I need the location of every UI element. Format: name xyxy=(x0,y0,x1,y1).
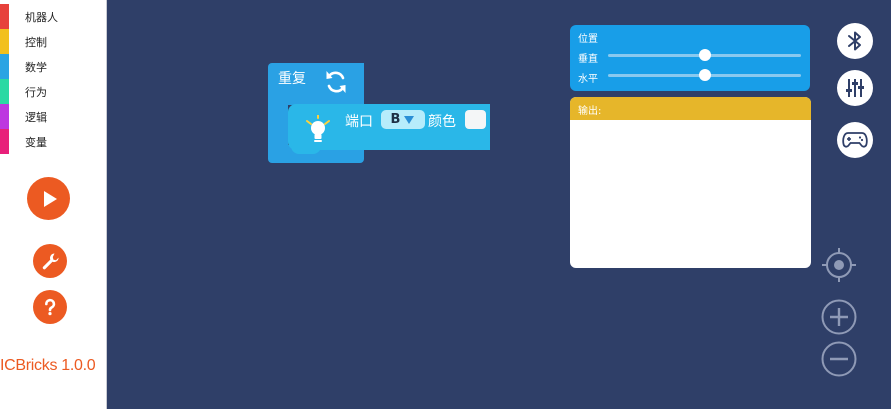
gamepad-button[interactable] xyxy=(837,122,873,158)
wrench-icon xyxy=(42,253,59,270)
bluetooth-icon xyxy=(848,31,861,51)
category-color-swatch xyxy=(0,4,9,29)
recenter-target-icon[interactable] xyxy=(821,247,857,283)
light-bulb-icon xyxy=(306,115,330,142)
category-behavior[interactable]: 行为 xyxy=(0,79,106,104)
port-dropdown[interactable]: B xyxy=(381,110,425,129)
category-variables[interactable]: 变量 xyxy=(0,129,106,154)
mixer-button[interactable] xyxy=(837,70,873,106)
horizontal-slider-label: 水平 xyxy=(578,74,598,85)
color-picker-swatch[interactable] xyxy=(465,110,486,129)
category-label: 数学 xyxy=(25,61,47,74)
horizontal-slider-thumb[interactable] xyxy=(698,69,711,81)
port-label: 端口 xyxy=(345,114,373,130)
category-color-swatch xyxy=(0,54,9,79)
category-color-swatch xyxy=(0,79,9,104)
vertical-slider-label: 垂直 xyxy=(578,54,598,65)
category-control[interactable]: 控制 xyxy=(0,29,106,54)
category-sidebar: 机器人 控制 数学 行为 逻辑 变量 ICBricks 1.0.0 xyxy=(0,0,107,409)
position-panel-title: 位置 xyxy=(578,34,598,45)
category-logic[interactable]: 逻辑 xyxy=(0,104,106,129)
category-label: 行为 xyxy=(25,86,47,99)
color-label: 颜色 xyxy=(428,114,456,130)
version-label: ICBricks 1.0.0 xyxy=(0,357,96,374)
category-color-swatch xyxy=(0,104,9,129)
category-label: 控制 xyxy=(25,36,47,49)
repeat-block-label: 重复 xyxy=(278,71,306,87)
zoom-in-icon[interactable] xyxy=(821,299,857,335)
port-dropdown-value: B xyxy=(390,112,401,127)
vertical-slider[interactable] xyxy=(608,49,801,61)
play-icon xyxy=(43,190,57,207)
bluetooth-button[interactable] xyxy=(837,23,873,59)
output-panel: 输出: xyxy=(570,97,811,268)
category-color-swatch xyxy=(0,129,9,154)
sliders-icon xyxy=(846,79,864,97)
position-panel: 位置 垂直 水平 xyxy=(570,25,810,91)
category-label: 变量 xyxy=(25,136,47,149)
category-robot[interactable]: 机器人 xyxy=(0,4,106,29)
output-panel-header: 输出: xyxy=(570,97,811,120)
gamepad-icon xyxy=(842,132,868,148)
category-label: 逻辑 xyxy=(25,111,47,124)
question-icon xyxy=(44,298,56,316)
run-button[interactable] xyxy=(27,177,70,220)
help-button[interactable] xyxy=(33,290,67,324)
vertical-slider-thumb[interactable] xyxy=(698,49,711,61)
category-label: 机器人 xyxy=(25,11,58,24)
settings-button[interactable] xyxy=(33,244,67,278)
category-math[interactable]: 数学 xyxy=(0,54,106,79)
horizontal-slider[interactable] xyxy=(608,69,801,81)
output-panel-title: 输出: xyxy=(578,106,602,117)
zoom-out-icon[interactable] xyxy=(821,341,857,377)
dropdown-arrow-icon xyxy=(404,115,415,124)
loop-refresh-icon xyxy=(326,71,346,93)
category-color-swatch xyxy=(0,29,9,54)
block-connector-notch xyxy=(291,145,321,154)
